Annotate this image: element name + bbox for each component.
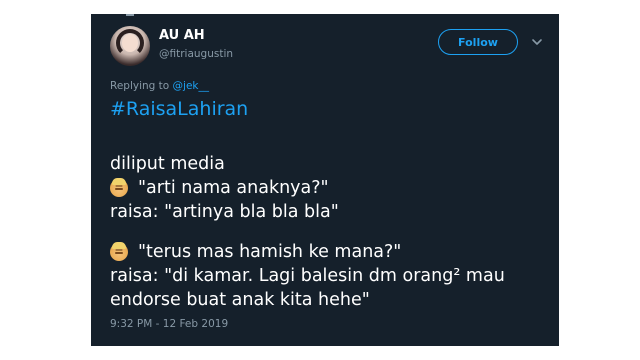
- tweet-line: diliput media: [110, 154, 225, 174]
- tweet-timestamp[interactable]: 9:32 PM - 12 Feb 2019: [110, 318, 228, 330]
- tweet-text: diliput media "arti nama anaknya?" raisa…: [110, 152, 550, 312]
- tweet-line: raisa: "di kamar. Lagi balesin dm orang²…: [110, 266, 505, 286]
- tweet-card: AU AH @fitriaugustin Follow Replying to …: [91, 14, 559, 346]
- tweet-line-text: "terus mas hamish ke mana?": [138, 242, 402, 262]
- tweet-line-emoji: "terus mas hamish ke mana?": [110, 240, 550, 264]
- display-name[interactable]: AU AH: [159, 28, 205, 43]
- user-handle[interactable]: @fitriaugustin: [159, 48, 233, 60]
- follow-button[interactable]: Follow: [438, 29, 518, 55]
- avatar[interactable]: [110, 26, 150, 66]
- reply-prefix: Replying to: [110, 80, 173, 92]
- hashtag-link[interactable]: #RaisaLahiran: [110, 98, 248, 120]
- tweet-line: endorse buat anak kita hehe": [110, 290, 370, 310]
- tweet-line-text: "arti nama anaknya?": [138, 178, 329, 198]
- divider: [126, 14, 134, 16]
- avatar-face: [122, 34, 138, 52]
- reply-mention-link[interactable]: @jek__: [173, 80, 209, 92]
- man-emoji-icon: [110, 242, 128, 261]
- reply-context: Replying to @jek__: [110, 80, 209, 92]
- chevron-down-icon[interactable]: [531, 36, 543, 48]
- tweet-line: raisa: "artinya bla bla bla": [110, 202, 339, 222]
- tweet-line-emoji: "arti nama anaknya?": [110, 176, 550, 200]
- man-emoji-icon: [110, 178, 128, 197]
